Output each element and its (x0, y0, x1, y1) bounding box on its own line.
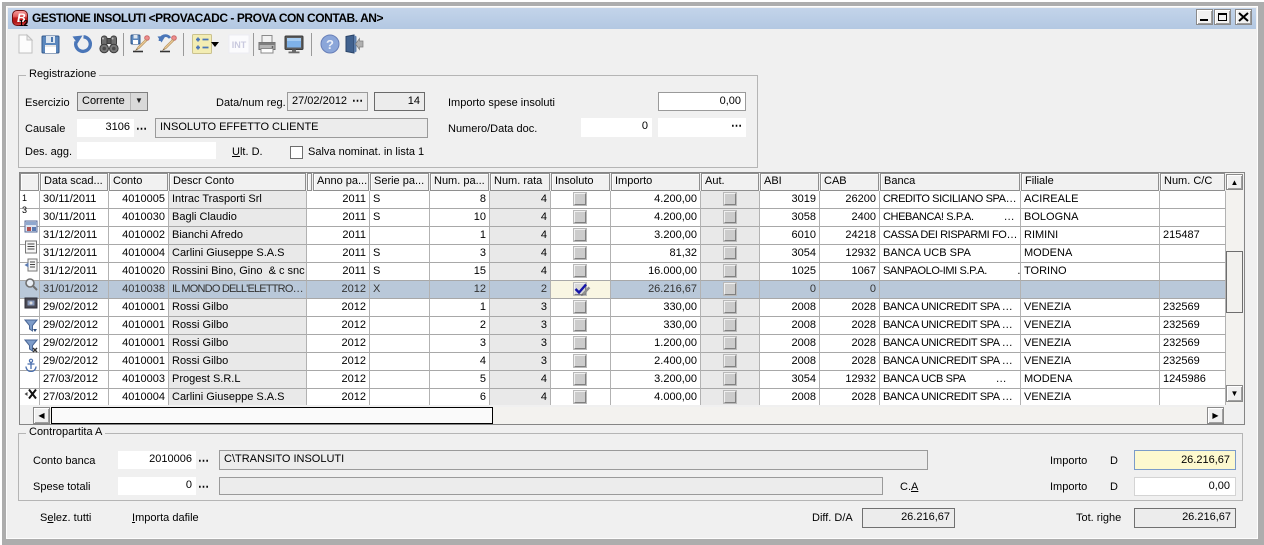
svg-text:?: ? (326, 37, 334, 52)
svg-text:INT: INT (232, 40, 247, 50)
